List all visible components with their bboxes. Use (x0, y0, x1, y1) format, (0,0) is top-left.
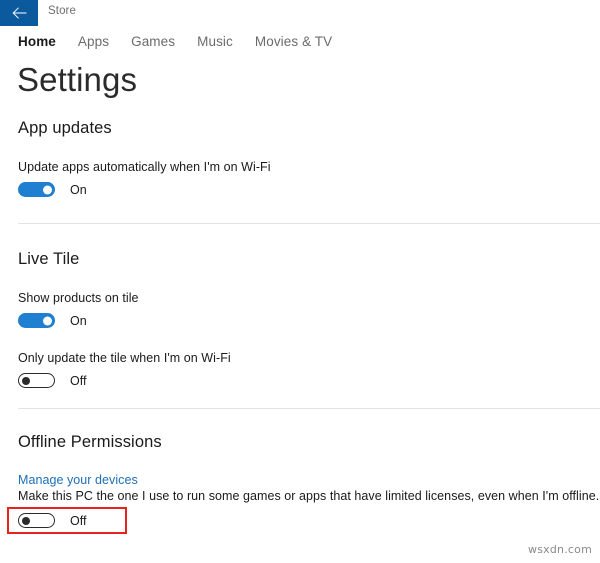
titlebar: Store (0, 0, 600, 26)
section-heading-live-tile: Live Tile (18, 250, 80, 268)
toggle-offline-permissions[interactable] (18, 513, 55, 528)
toggle-only-update-tile-on-wifi[interactable] (18, 373, 55, 388)
setting-row-offline-permissions: Off (18, 513, 86, 528)
tab-movies-and-tv[interactable]: Movies & TV (255, 34, 332, 49)
section-heading-offline-permissions: Offline Permissions (18, 433, 162, 451)
setting-label-show-products-on-tile: Show products on tile (18, 291, 139, 305)
manage-your-devices-link[interactable]: Manage your devices (18, 473, 138, 487)
toggle-state-show-products-on-tile: On (70, 313, 87, 328)
toggle-state-only-update-tile-on-wifi: Off (70, 373, 87, 388)
toggle-update-apps-automatically[interactable] (18, 182, 55, 197)
setting-label-only-update-tile-on-wifi: Only update the tile when I'm on Wi-Fi (18, 351, 231, 365)
setting-row-show-products-on-tile: On (18, 313, 87, 328)
setting-label-update-apps-automatically: Update apps automatically when I'm on Wi… (18, 160, 271, 174)
toggle-show-products-on-tile[interactable] (18, 313, 55, 328)
watermark: wsxdn.com (528, 543, 592, 556)
app-title: Store (48, 5, 76, 17)
divider-live-tile (18, 408, 600, 409)
setting-row-update-apps-automatically: On (18, 182, 87, 197)
toggle-knob (22, 376, 30, 385)
tab-music[interactable]: Music (197, 34, 233, 49)
toggle-knob (43, 185, 52, 194)
toggle-state-offline-permissions: Off (70, 513, 87, 528)
toggle-knob (43, 316, 52, 325)
toggle-knob (22, 516, 30, 525)
tab-strip: Home Apps Games Music Movies & TV (18, 34, 354, 56)
tab-home[interactable]: Home (18, 34, 56, 49)
offline-permissions-description: Make this PC the one I use to run some g… (18, 489, 600, 503)
toggle-state-update-apps-automatically: On (70, 182, 87, 197)
tab-games[interactable]: Games (131, 34, 175, 49)
setting-row-only-update-tile-on-wifi: Off (18, 373, 86, 388)
tab-apps[interactable]: Apps (78, 34, 109, 49)
back-button[interactable] (0, 0, 38, 26)
section-heading-app-updates: App updates (18, 119, 112, 137)
page-title: Settings (17, 61, 138, 98)
arrow-left-icon (12, 7, 27, 19)
divider-app-updates (18, 223, 600, 224)
